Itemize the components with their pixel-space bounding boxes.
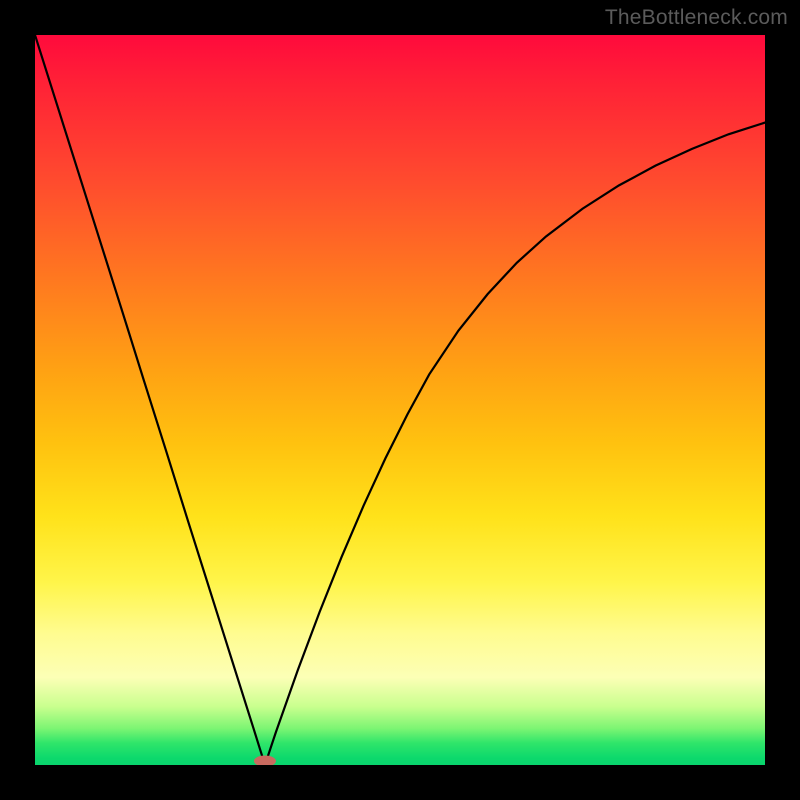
curve-layer [35,35,765,765]
watermark-text: TheBottleneck.com [605,6,788,30]
bottleneck-curve [35,35,765,765]
plot-area [35,35,765,765]
chart-frame: TheBottleneck.com [0,0,800,800]
notch-marker [254,756,276,766]
